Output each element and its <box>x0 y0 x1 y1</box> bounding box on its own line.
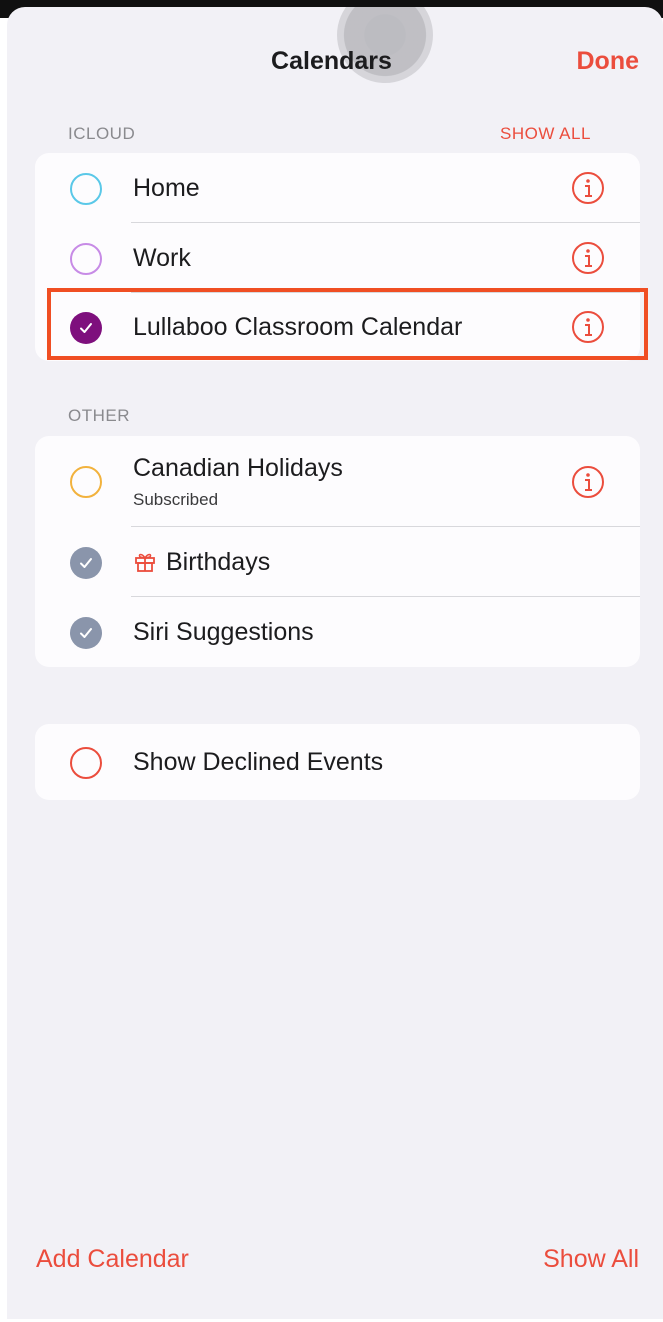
calendar-toggle-birthdays[interactable] <box>70 547 102 579</box>
done-button[interactable]: Done <box>577 47 640 76</box>
calendar-label-home: Home <box>133 174 200 202</box>
calendar-row-canadian-holidays[interactable]: Canadian Holidays Subscribed <box>35 436 640 527</box>
page-title: Calendars <box>271 47 392 75</box>
info-icon[interactable] <box>571 465 605 499</box>
checkmark-icon <box>80 558 92 568</box>
info-icon[interactable] <box>571 171 605 205</box>
calendar-row-birthdays[interactable]: Birthdays <box>35 527 640 597</box>
section-header-icloud: ICLOUD <box>68 124 136 143</box>
show-declined-events-label: Show Declined Events <box>133 748 384 776</box>
icloud-show-all-button[interactable]: SHOW ALL <box>500 124 591 144</box>
section-header-other: OTHER <box>68 406 130 425</box>
calendar-toggle-work[interactable] <box>70 243 102 275</box>
show-all-button[interactable]: Show All <box>543 1245 639 1274</box>
calendar-label-work: Work <box>133 244 191 272</box>
calendar-label-siri-suggestions: Siri Suggestions <box>133 618 314 646</box>
info-icon[interactable] <box>571 241 605 275</box>
show-declined-events-row[interactable]: Show Declined Events <box>35 724 640 800</box>
other-calendar-group: Canadian Holidays Subscribed Birthdays S… <box>35 436 640 667</box>
calendar-row-home[interactable]: Home <box>35 153 640 223</box>
add-calendar-button[interactable]: Add Calendar <box>36 1245 189 1274</box>
gift-icon <box>135 553 155 572</box>
calendar-row-siri-suggestions[interactable]: Siri Suggestions <box>35 597 640 667</box>
calendar-row-work[interactable]: Work <box>35 223 640 293</box>
calendar-toggle-home[interactable] <box>70 173 102 205</box>
calendar-toggle-canadian-holidays[interactable] <box>70 466 102 498</box>
calendar-sublabel-subscribed: Subscribed <box>133 490 219 509</box>
calendar-toggle-siri-suggestions[interactable] <box>70 617 102 649</box>
declined-events-group: Show Declined Events <box>35 724 640 800</box>
calendar-label-canadian-holidays: Canadian Holidays <box>133 454 343 482</box>
calendar-label-birthdays: Birthdays <box>166 548 271 576</box>
highlight-box <box>47 288 648 360</box>
checkmark-icon <box>80 628 92 638</box>
show-declined-events-toggle[interactable] <box>70 747 102 779</box>
